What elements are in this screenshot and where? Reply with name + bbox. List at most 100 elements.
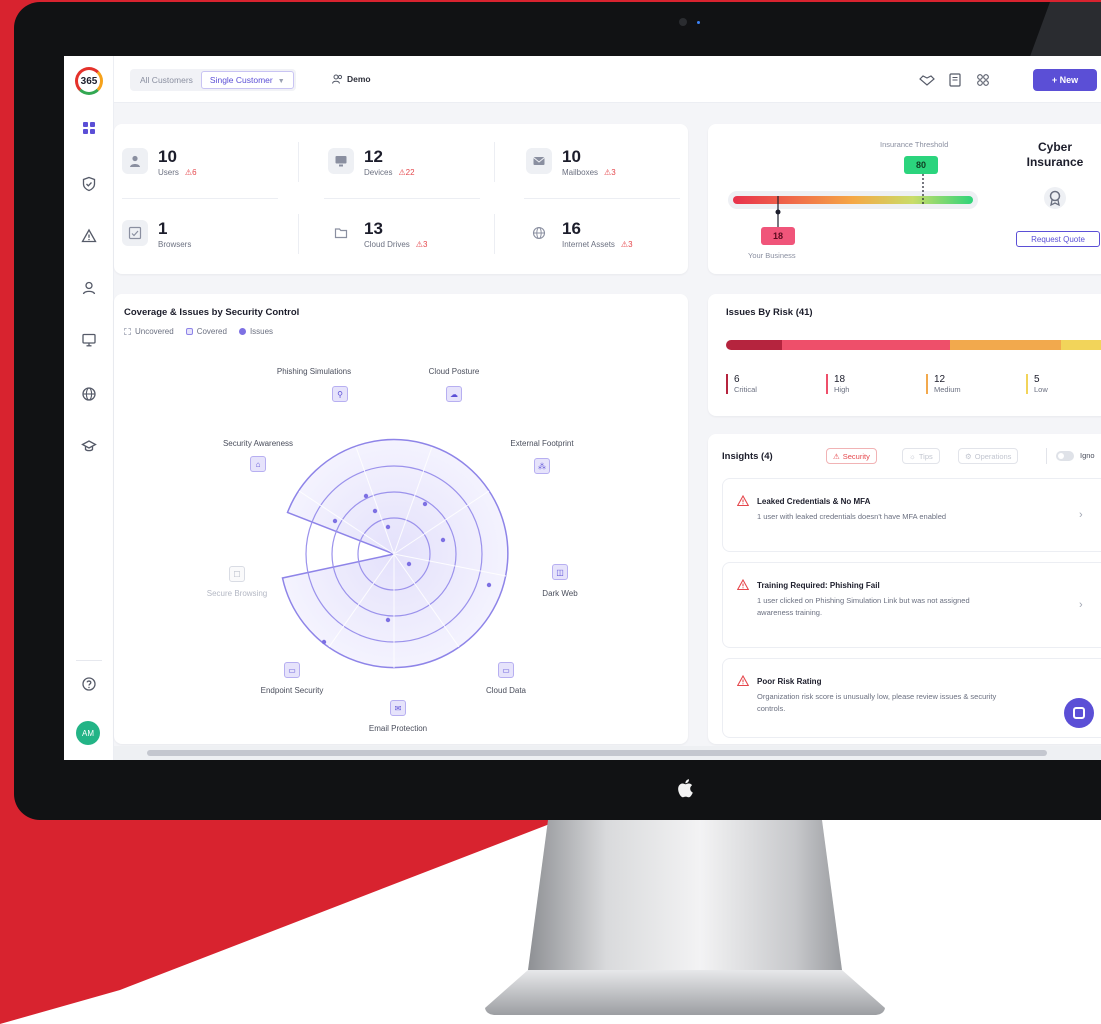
warning-icon [737,495,749,507]
warning-icon [737,579,749,591]
customer-scope-toggle: All Customers Single Customer ▼ [130,69,296,91]
stat-users[interactable]: 10 Users ⚠6 [122,148,197,177]
chevron-right-icon[interactable]: › [1079,509,1083,521]
control-cloud-posture-label: Cloud Posture [428,367,480,376]
insight-description: 1 user with leaked credentials doesn't h… [757,512,947,521]
warning-icon: ⚠ [833,451,840,461]
stat-label-row: Cloud Drives ⚠3 [364,240,427,249]
uncovered-swatch [124,328,131,335]
legend-issues-label: Issues [249,327,274,336]
critical-segment [726,340,782,350]
insight-title: Leaked Credentials & No MFA [757,497,871,506]
risk-count: 18 [834,374,846,385]
chat-button[interactable] [1064,698,1094,728]
stat-value: 16 [562,219,581,238]
camera-led [697,21,700,24]
stat-value: 1 [158,219,168,238]
cyber-insurance-title: Cyber Insurance [1016,140,1094,170]
control-dark-web-label: Dark Web [542,589,578,598]
globe-icon[interactable] [79,384,99,404]
graduation-cap-icon[interactable] [79,436,99,456]
stat-devices[interactable]: 12 Devices ⚠22 [328,148,415,177]
handshake-icon[interactable] [919,72,935,88]
stat-divider [324,198,480,199]
monitor-icon[interactable]: ▭ [284,662,300,678]
issues-by-risk-card: Issues By Risk (41) 6 Critical 18 High 12 M… [708,294,1101,416]
folder-icon[interactable]: ▭ [498,662,514,678]
folder-icon [328,220,354,246]
warning-icon[interactable] [79,226,99,246]
all-customers-tab[interactable]: All Customers [132,71,201,89]
insight-description-line: 1 user clicked on Phishing Simulation Li… [757,596,970,605]
stat-label: Mailboxes [562,168,599,177]
alert-count-value: 3 [422,240,428,249]
insight-title: Training Required: Phishing Fail [757,581,880,590]
dark-web-icon[interactable]: ◫ [552,564,568,580]
scrollbar-thumb[interactable] [147,750,1047,756]
stat-browsers[interactable]: 1 Browsers [122,220,191,249]
risk-high[interactable]: 18 High [826,374,849,394]
customer-name[interactable]: Demo [332,74,371,84]
cyber-insurance-card: Insurance Threshold 80 18 Your Business … [708,124,1101,274]
risk-low[interactable]: 5 Low [1026,374,1048,394]
insight-item[interactable]: Leaked Credentials & No MFA 1 user with … [722,478,1101,552]
graduation-cap-icon[interactable]: ⌂ [250,456,266,472]
alert-count: ⚠22 [398,168,415,177]
insight-description-line: awareness training. [757,608,823,617]
chevron-right-icon[interactable]: › [1079,599,1083,611]
monitor-camera [679,18,687,26]
footprint-icon[interactable]: ⁂ [534,458,550,474]
risk-critical[interactable]: 6 Critical [726,374,757,394]
ignore-toggle[interactable] [1056,451,1074,461]
low-segment [1061,340,1101,350]
team-icon[interactable] [975,72,991,88]
control-browsing-label: Secure Browsing [206,589,268,598]
fishing-icon[interactable]: ⚲ [332,386,348,402]
stat-divider [122,198,278,199]
alert-count: ⚠3 [604,168,616,177]
risk-medium[interactable]: 12 Medium [926,374,961,394]
new-button[interactable]: + New [1033,69,1097,91]
stat-label-row: Users ⚠6 [158,168,197,177]
control-email-label: Email Protection [368,724,428,733]
filter-tips[interactable]: ☼ Tips [902,448,940,464]
control-external-label: External Footprint [510,439,574,448]
stat-value: 13 [364,219,383,238]
shield-icon[interactable] [79,174,99,194]
stat-mailboxes[interactable]: 10 Mailboxes ⚠3 [526,148,616,177]
insight-item[interactable]: Poor Risk Rating Organization risk score… [722,658,1101,738]
customer-name-label: Demo [347,74,371,84]
user-avatar[interactable]: AM [76,721,100,745]
insight-item[interactable]: Training Required: Phishing Fail 1 user … [722,562,1101,648]
filter-operations[interactable]: ⚙ Operations [958,448,1019,464]
warning-icon [737,675,749,687]
control-cloud-data-label: Cloud Data [485,686,527,695]
app-logo[interactable]: 365 [75,67,103,95]
screen-glare [1028,2,1101,62]
help-icon[interactable] [79,674,99,694]
issues-title: Issues By Risk (41) [726,307,813,318]
alert-count: ⚠6 [184,168,197,177]
single-customer-select[interactable]: Single Customer ▼ [200,71,294,89]
stat-cloud-drives[interactable]: 13 Cloud Drives ⚠3 [328,220,427,249]
cloud-icon[interactable]: ☁ [446,386,462,402]
stat-label-row: Internet Assets ⚠3 [562,240,633,249]
mail-icon[interactable]: ✉ [390,700,406,716]
legend-uncovered-label: Uncovered [135,327,174,336]
grid-icon[interactable] [79,118,99,138]
risk-distribution-bar [726,340,1101,350]
book-icon[interactable] [947,72,963,88]
browser-icon[interactable]: ☐ [229,566,245,582]
request-quote-button[interactable]: Request Quote [1016,231,1100,247]
medium-segment [949,340,1062,350]
monitor-icon[interactable] [79,330,99,350]
horizontal-scrollbar[interactable] [114,746,1101,760]
stat-internet-assets[interactable]: 16 Internet Assets ⚠3 [526,220,633,249]
mail-icon [526,148,552,174]
insight-title: Poor Risk Rating [757,677,822,686]
user-icon[interactable] [79,278,99,298]
filter-security[interactable]: ⚠ Security [826,448,877,464]
monitor-stand [485,820,885,1015]
top-bar: All Customers Single Customer ▼ Demo + Ne… [114,56,1101,103]
filter-divider [1046,448,1047,464]
